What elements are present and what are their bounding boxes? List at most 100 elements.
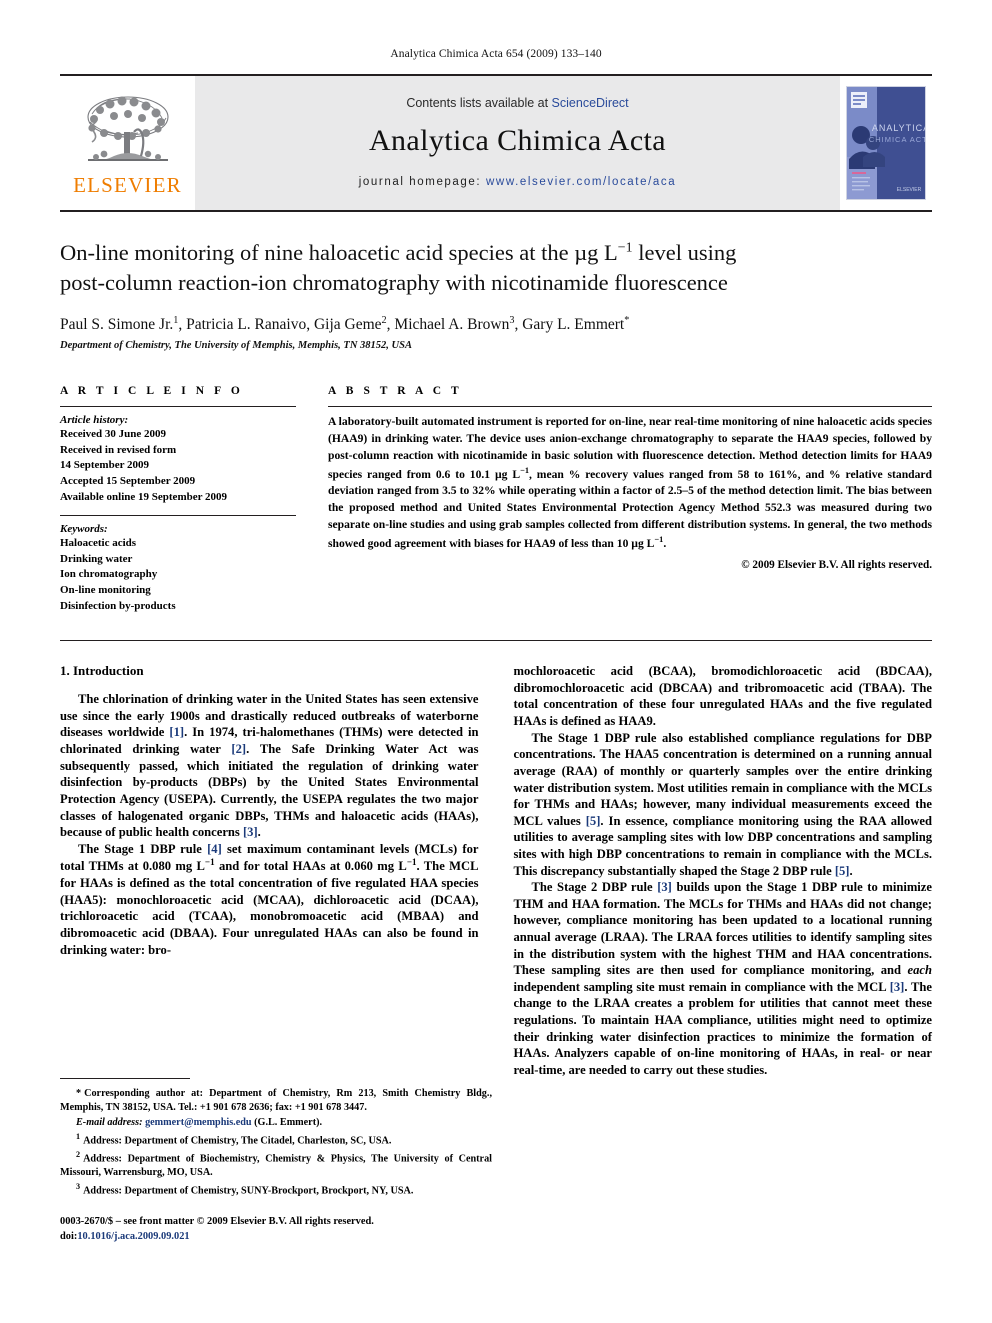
citation-ref[interactable]: [3] — [657, 880, 672, 894]
article-info-heading: A R T I C L E I N F O — [60, 385, 244, 398]
article-history-item: 14 September 2009 — [60, 459, 150, 472]
author-footnote-marker-1[interactable]: 1 — [173, 315, 178, 326]
keyword-item: Ion chromatography — [60, 568, 158, 581]
emphasis-text: each — [907, 963, 932, 978]
email-owner: (G.L. Emmert). — [254, 1116, 323, 1128]
article-title-exponent: −1 — [617, 240, 633, 256]
author-list: Paul S. Simone Jr.1, Patricia L. Ranaivo… — [60, 314, 630, 333]
abstract-copyright: © 2009 Elsevier B.V. All rights reserved… — [741, 559, 932, 572]
journal-title: Analytica Chimica Acta — [368, 124, 667, 157]
article-info-rule — [60, 406, 296, 408]
email-address-label: E-mail address: — [76, 1116, 143, 1128]
abstract-rule — [328, 406, 932, 408]
footnote-2: 2 Address: Department of Biochemistry, Ch… — [60, 1149, 492, 1180]
keyword-item: On-line monitoring — [60, 584, 151, 597]
keyword-item: Drinking water — [60, 552, 133, 565]
keyword-item: Haloacetic acids — [60, 537, 137, 550]
abstract-exponent-1: −1 — [520, 465, 529, 475]
body-column-right: mochloroacetic acid (BCAA), bromodichlor… — [514, 663, 933, 1078]
paragraph-text: and for total HAAs at 0.060 mg L — [214, 859, 407, 874]
author-affiliation: Department of Chemistry, The University … — [60, 340, 412, 352]
footnote-1: 1 Address: Department of Chemistry, The C… — [60, 1131, 492, 1148]
imprint-block: 0003-2670/$ – see front matter © 2009 El… — [60, 1215, 500, 1245]
keywords-label: Keywords: — [60, 523, 108, 536]
paragraph-text: . The Safe Drinking Water Act was subseq… — [60, 742, 479, 840]
keyword-item: Disinfection by-products — [60, 599, 176, 612]
article-title: On-line monitoring of nine haloacetic ac… — [60, 238, 932, 298]
elsevier-tree-icon — [86, 96, 169, 161]
paragraph-text: . — [257, 825, 261, 840]
article-history-item: Received 30 June 2009 — [60, 428, 167, 441]
contents-prefix: Contents lists available at — [406, 96, 552, 110]
abstract-text: A laboratory-built automated instrument … — [328, 414, 932, 552]
citation-ref[interactable]: [3] — [890, 980, 905, 994]
paragraph: The Stage 1 DBP rule also established co… — [514, 730, 933, 879]
exponent: −1 — [406, 857, 417, 868]
citation-ref[interactable]: [5] — [586, 814, 601, 828]
paragraph: mochloroacetic acid (BCAA), bromodichlor… — [513, 664, 933, 729]
abstract-heading: A B S T R A C T — [328, 385, 463, 398]
body-column-left: 1. Introduction The chlorination of drin… — [60, 663, 479, 1078]
keywords-rule — [60, 515, 296, 517]
journal-homepage-link[interactable]: www.elsevier.com/locate/aca — [486, 176, 676, 188]
article-history-item: Accepted 15 September 2009 — [60, 474, 196, 487]
paragraph-text: . The MCL for HAAs is defined as the tot… — [60, 859, 479, 957]
article-title-unit: µg L — [574, 240, 618, 265]
citation-ref[interactable]: [3] — [243, 825, 258, 839]
corresponding-author-marker[interactable]: * — [624, 315, 629, 326]
paragraph-text: independent sampling site must remain in… — [513, 979, 890, 994]
citation-ref[interactable]: [5] — [835, 864, 850, 878]
paragraph: The chlorination of drinking water in th… — [60, 691, 479, 840]
paragraph: The Stage 2 DBP rule [3] builds upon the… — [514, 879, 933, 1078]
doi-line: doi:10.1016/j.aca.2009.09.021 — [60, 1230, 500, 1245]
homepage-prefix: journal homepage: — [358, 176, 487, 188]
journal-cover-thumbnail[interactable]: ANALYTICA CHIMICA ACTA ELSEVIER — [840, 76, 932, 210]
article-history-label: Article history: — [60, 414, 129, 427]
paragraph-text: The Stage 1 DBP rule — [78, 841, 208, 856]
article-history-item: Received in revised form — [60, 443, 177, 456]
footnote-rule — [60, 1078, 190, 1079]
article-info-column: A R T I C L E I N F O Article history: R… — [60, 385, 296, 614]
exponent: −1 — [204, 857, 215, 868]
running-head: Analytica Chimica Acta 654 (2009) 133–14… — [390, 48, 602, 60]
paragraph-text: builds upon the Stage 1 DBP rule to mini… — [513, 880, 933, 978]
footnote-email: E-mail address: gemmert@memphis.edu (G.L… — [60, 1116, 492, 1130]
article-history-item: Available online 19 September 2009 — [60, 490, 228, 503]
paragraph-text: The Stage 2 DBP rule — [531, 880, 658, 895]
author-footnote-marker-3[interactable]: 3 — [509, 315, 514, 326]
abstract-column: A B S T R A C T A laboratory-built autom… — [328, 385, 932, 614]
citation-ref[interactable]: [4] — [207, 842, 222, 856]
svg-text:ELSEVIER: ELSEVIER — [897, 187, 922, 193]
doi-label: doi: — [60, 1230, 78, 1242]
footnotes-block: * Corresponding author at: Department of … — [60, 1078, 492, 1199]
footnote-text: Address: Department of Biochemistry, Che… — [60, 1153, 492, 1179]
citation-ref[interactable]: [1] — [169, 725, 184, 739]
email-link[interactable]: gemmert@memphis.edu — [145, 1117, 252, 1128]
citation-ref[interactable]: [2] — [231, 742, 246, 756]
paragraph-text: . — [849, 863, 853, 878]
author-footnote-marker-2[interactable]: 2 — [382, 315, 387, 326]
footnote-text: Corresponding author at: Department of C… — [60, 1088, 492, 1113]
footnote-marker-1: 1 — [76, 1131, 81, 1141]
title-block: On-line monitoring of nine haloacetic ac… — [60, 238, 932, 351]
footnote-marker-2: 2 — [76, 1149, 81, 1159]
body-columns: 1. Introduction The chlorination of drin… — [60, 663, 932, 1078]
footnote-text: Address: Department of Chemistry, SUNY-B… — [83, 1185, 414, 1197]
keywords-block: Keywords: Haloacetic acids Drinking wate… — [60, 523, 296, 614]
footnote-marker-3: 3 — [76, 1182, 81, 1192]
article-title-line-2: post-column reaction-ion chromatography … — [60, 269, 728, 295]
footnote-text: Address: Department of Chemistry, The Ci… — [83, 1135, 392, 1147]
svg-text:CHIMICA ACTA: CHIMICA ACTA — [869, 135, 925, 144]
issn-copyright-line: 0003-2670/$ – see front matter © 2009 El… — [60, 1216, 374, 1227]
footnote-corresponding-author: * Corresponding author at: Department of … — [60, 1087, 492, 1115]
svg-text:ANALYTICA: ANALYTICA — [872, 123, 925, 133]
cover-artwork-icon: ANALYTICA CHIMICA ACTA ELSEVIER — [847, 87, 925, 199]
doi-link[interactable]: 10.1016/j.aca.2009.09.021 — [77, 1231, 189, 1242]
abstract-exponent-2: −1 — [654, 534, 664, 544]
elsevier-wordmark: ELSEVIER — [73, 173, 182, 197]
body-separator-rule — [60, 640, 932, 642]
journal-band: Contents lists available at ScienceDirec… — [195, 76, 840, 210]
info-abstract-region: A R T I C L E I N F O Article history: R… — [60, 385, 932, 614]
sciencedirect-link[interactable]: ScienceDirect — [552, 96, 629, 110]
paragraph-text: . The change to the LRAA creates a probl… — [513, 979, 933, 1077]
